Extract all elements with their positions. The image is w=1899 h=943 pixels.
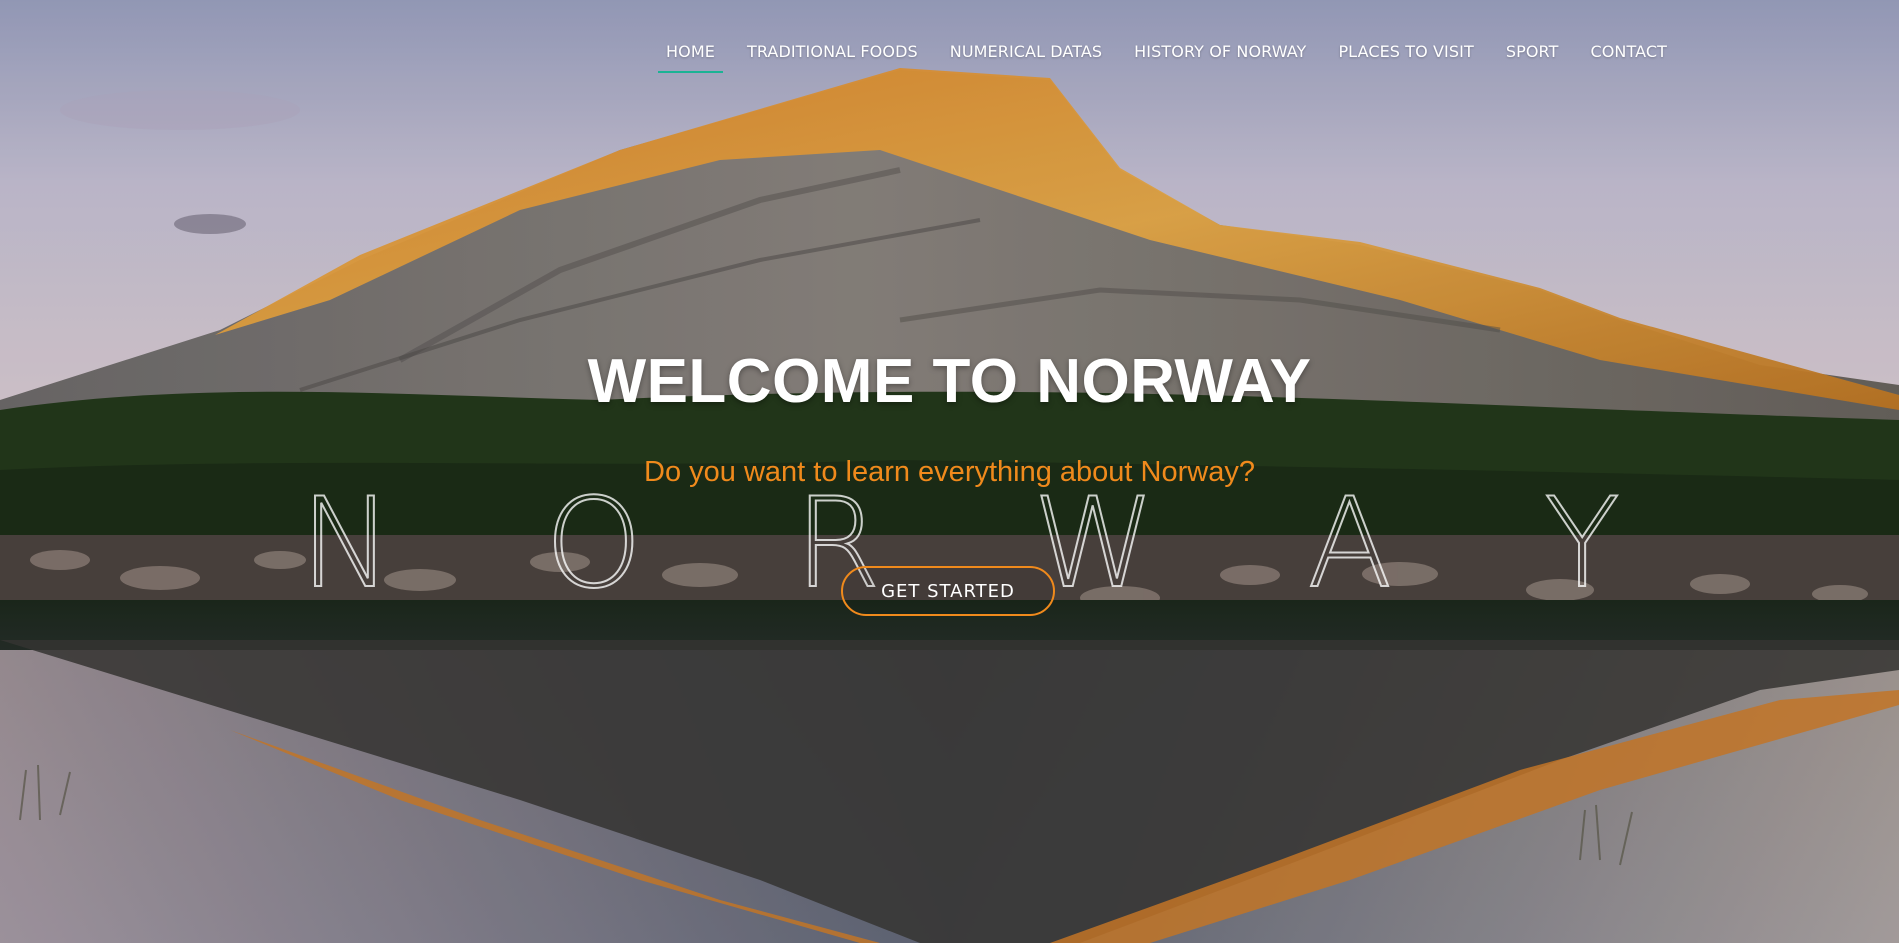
nav-item-traditional-foods[interactable]: TRADITIONAL FOODS [731, 38, 934, 77]
nav-item-home[interactable]: HOME [650, 38, 731, 77]
outline-letter-a: A [1306, 472, 1393, 616]
nav-item-sport[interactable]: SPORT [1490, 38, 1575, 77]
hero-title: WELCOME TO NORWAY [587, 347, 1312, 416]
outline-letter-y: Y [1543, 472, 1621, 616]
nav-item-history-of-norway[interactable]: HISTORY OF NORWAY [1118, 38, 1322, 77]
outline-letter-o: O [544, 472, 644, 616]
nav-item-contact[interactable]: CONTACT [1574, 38, 1683, 77]
hero-section: HOME TRADITIONAL FOODS NUMERICAL DATAS H… [0, 0, 1899, 943]
get-started-button[interactable]: GET STARTED [841, 566, 1055, 616]
outline-letter-n: N [299, 472, 394, 616]
nav-item-places-to-visit[interactable]: PLACES TO VISIT [1322, 38, 1489, 77]
hero-subtitle: Do you want to learn everything about No… [644, 456, 1255, 488]
nav-item-numerical-datas[interactable]: NUMERICAL DATAS [934, 38, 1118, 77]
main-navigation: HOME TRADITIONAL FOODS NUMERICAL DATAS H… [650, 38, 1683, 77]
